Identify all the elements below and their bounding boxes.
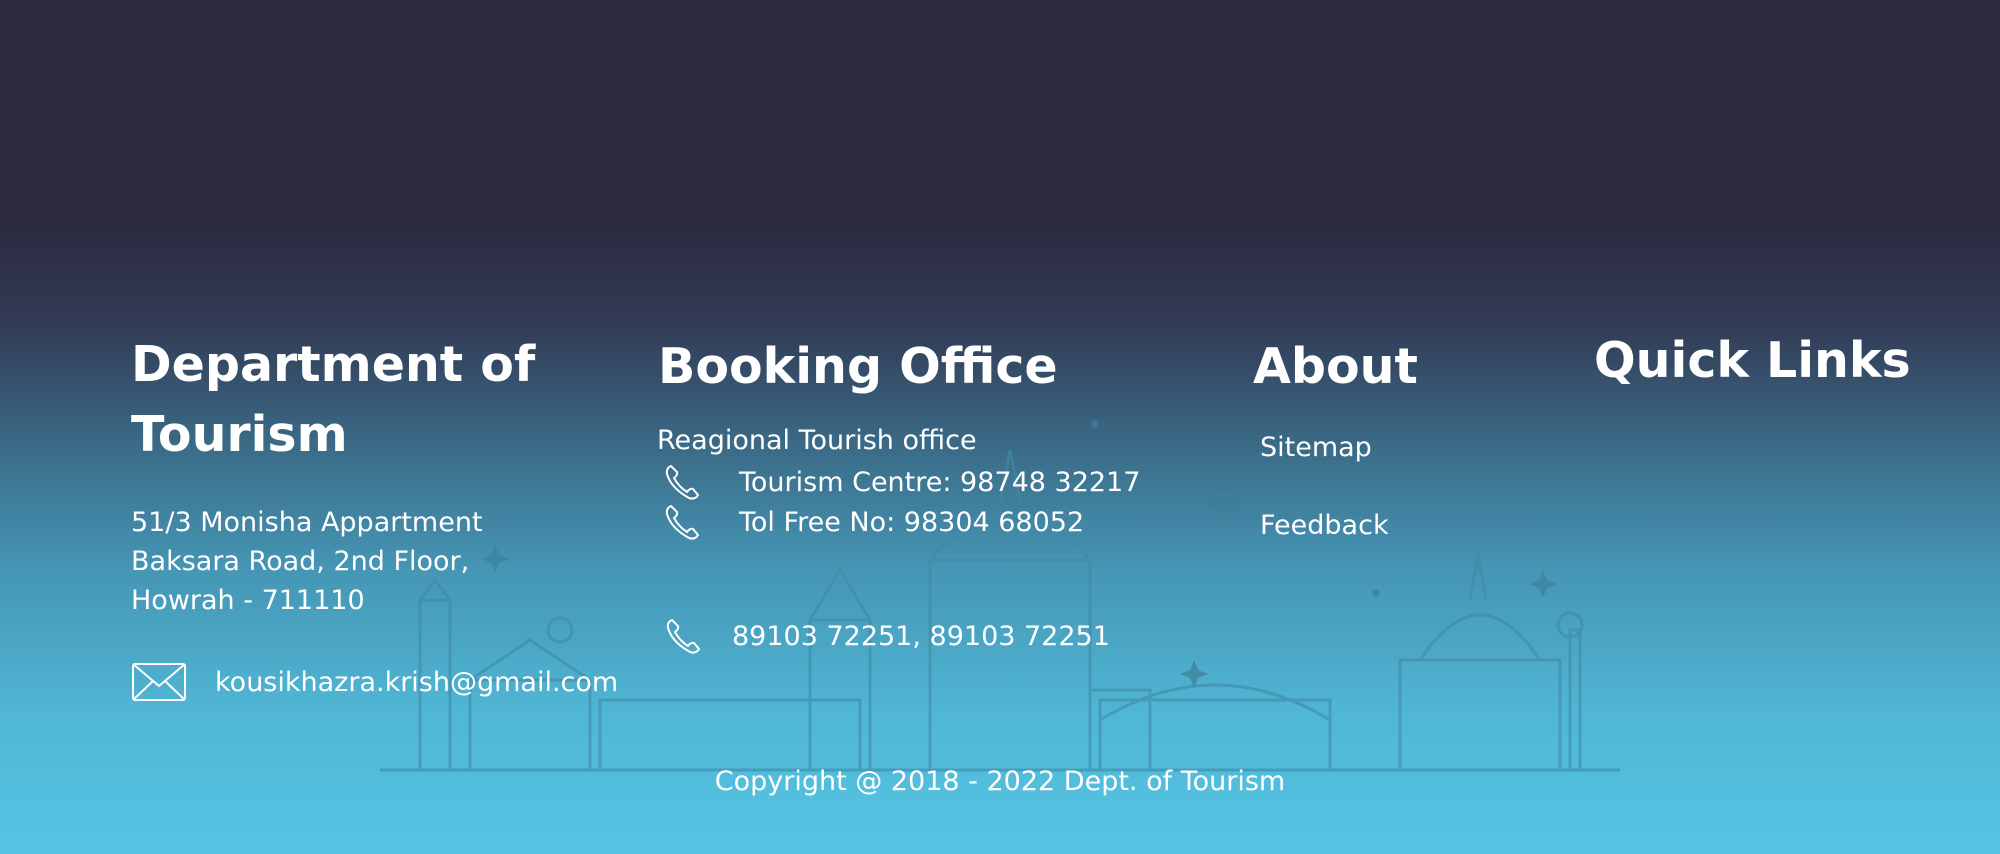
department-title: Department of Tourism — [131, 336, 536, 463]
email-row[interactable]: kousikhazra.krish@gmail.com — [131, 662, 618, 702]
quick-links-title: Quick Links — [1594, 332, 1911, 389]
copyright-text: Copyright @ 2018 - 2022 Dept. of Tourism — [714, 766, 1286, 797]
department-address: 51/3 Monisha Appartment Baksara Road, 2n… — [131, 503, 483, 620]
booking-office-title: Booking Office — [658, 338, 1058, 395]
booking-office-subtitle: Reagional Tourish office — [657, 425, 977, 456]
sitemap-link[interactable]: Sitemap — [1260, 432, 1372, 463]
phone-text: Tol Free No: 98304 68052 — [739, 506, 1085, 538]
phone-icon — [665, 464, 700, 500]
phone-row: 89103 72251, 89103 72251 — [664, 616, 1110, 656]
phone-text: 89103 72251, 89103 72251 — [732, 620, 1110, 652]
mail-icon — [132, 663, 186, 701]
about-title: About — [1253, 338, 1418, 395]
address-line: Howrah - 711110 — [131, 585, 365, 616]
email-link[interactable]: kousikhazra.krish@gmail.com — [215, 667, 618, 698]
phone-icon — [666, 618, 701, 654]
address-line: 51/3 Monisha Appartment — [131, 507, 483, 538]
phone-row: Tourism Centre: 98748 32217 — [663, 462, 1140, 502]
feedback-link[interactable]: Feedback — [1260, 510, 1389, 541]
phone-row: Tol Free No: 98304 68052 — [663, 502, 1084, 542]
phone-text: Tourism Centre: 98748 32217 — [739, 466, 1141, 498]
phone-icon — [665, 504, 700, 540]
address-line: Baksara Road, 2nd Floor, — [131, 546, 470, 577]
